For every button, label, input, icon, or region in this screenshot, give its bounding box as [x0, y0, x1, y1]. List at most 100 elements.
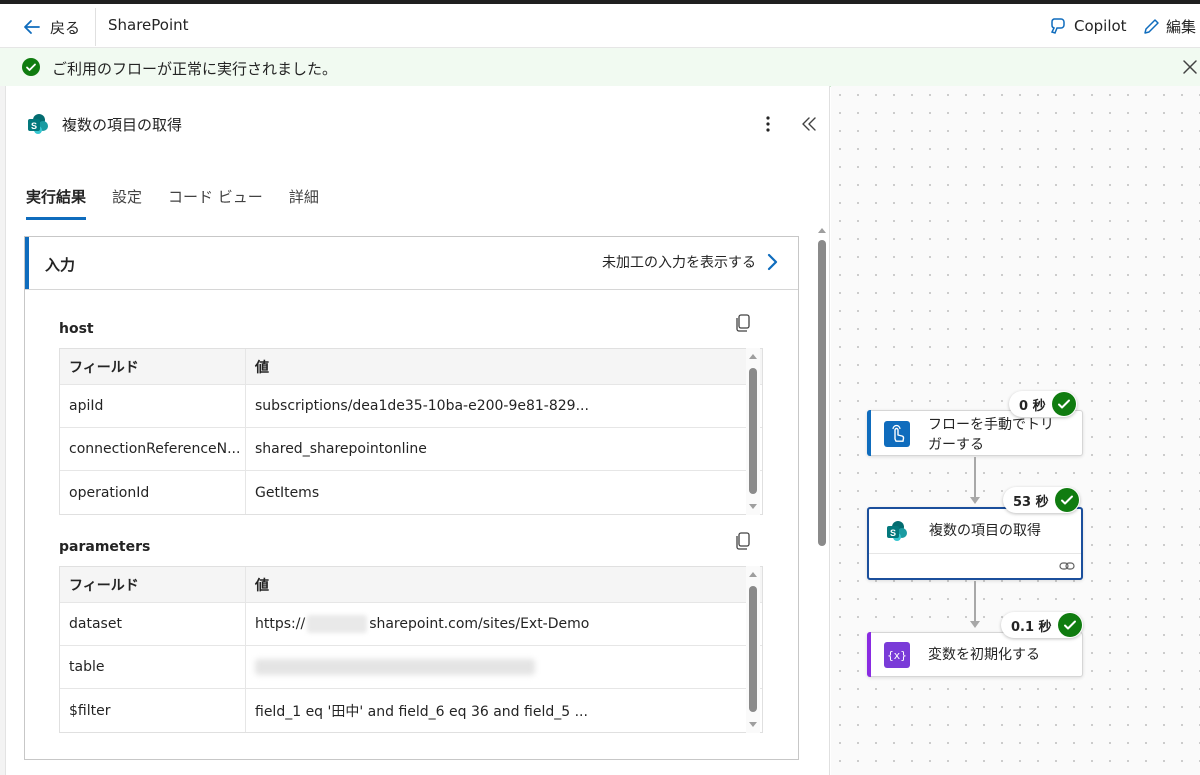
scroll-down-icon[interactable]: [748, 721, 758, 729]
value-cell: [246, 646, 762, 688]
parameters-table-scrollbar[interactable]: [746, 566, 760, 733]
accent-bar: [25, 237, 29, 289]
duration-badge: 0.1 秒: [1001, 612, 1083, 638]
section-label-parameters: parameters: [59, 539, 151, 555]
show-raw-inputs-label: 未加工の入力を表示する: [602, 255, 756, 271]
node-label: 変数を初期化する: [928, 647, 1040, 663]
connector-line: [974, 581, 976, 621]
header-value: 値: [255, 577, 269, 594]
details-panel: S 複数の項目の取得 実行結果 設定 コード ビュー 詳細 入力 未加工の入力を…: [6, 86, 830, 775]
svg-text:S: S: [890, 528, 896, 538]
header-value: 値: [255, 359, 269, 376]
back-label: 戻る: [50, 18, 81, 37]
node-label: 複数の項目の取得: [929, 523, 1041, 539]
copilot-button[interactable]: Copilot: [1048, 16, 1127, 36]
trigger-hand-icon: [884, 421, 910, 447]
duration-text: 0.1 秒: [1011, 619, 1052, 635]
copy-icon[interactable]: [734, 531, 752, 551]
show-raw-inputs-link[interactable]: 未加工の入力を表示する: [602, 252, 778, 272]
host-table-scrollbar[interactable]: [746, 348, 760, 515]
top-bar: 戻る SharePoint Copilot 編集: [0, 0, 1200, 48]
edit-label: 編集: [1166, 18, 1197, 36]
copy-icon[interactable]: [734, 313, 752, 333]
duration-text: 0 秒: [1019, 398, 1046, 414]
success-banner: ご利用のフローが正常に実行されました。: [0, 48, 1200, 87]
divider: [95, 8, 96, 46]
field-cell: $filter: [60, 689, 246, 732]
section-label-host: host: [59, 321, 94, 337]
input-card-header[interactable]: 入力 未加工の入力を表示する: [25, 237, 798, 290]
panel-title: S 複数の項目の取得: [26, 112, 182, 136]
connector-line: [974, 457, 976, 497]
table-header-row: フィールド 値: [60, 567, 762, 603]
header-field: フィールド: [60, 567, 246, 602]
scroll-thumb[interactable]: [749, 368, 757, 494]
field-cell: table: [60, 646, 246, 688]
redacted-text: [255, 659, 535, 675]
sharepoint-icon: S: [885, 519, 911, 545]
more-options-icon[interactable]: [758, 114, 778, 134]
table-row: table: [60, 646, 762, 689]
node-label-line: フローを手動でトリ: [928, 417, 1054, 433]
tab-code-view[interactable]: コード ビュー: [168, 186, 263, 220]
header-field: フィールド: [60, 349, 246, 384]
value-cell: shared_sharepointonline: [255, 441, 427, 457]
panel-tabs: 実行結果 設定 コード ビュー 詳細: [26, 186, 319, 220]
svg-text:S: S: [31, 121, 37, 131]
input-card: 入力 未加工の入力を表示する host フィールド 値 apiId subscr…: [24, 236, 799, 760]
scroll-up-icon[interactable]: [748, 570, 758, 578]
collapse-panel-icon[interactable]: [798, 114, 820, 134]
field-cell: dataset: [60, 603, 246, 645]
field-cell: connectionReferenceN...: [60, 428, 246, 470]
link-icon[interactable]: [1059, 559, 1075, 573]
connector-arrow: [970, 497, 980, 504]
success-check-icon: [1057, 613, 1082, 637]
svg-text:{x}: {x}: [887, 649, 907, 662]
value-cell: GetItems: [255, 484, 320, 501]
flow-node-init-variable[interactable]: {x} 変数を初期化する: [867, 632, 1083, 677]
tab-run-results[interactable]: 実行結果: [26, 186, 87, 220]
edit-button[interactable]: 編集: [1142, 16, 1196, 37]
value-cell: field_1 eq '田中' and field_6 eq 36 and fi…: [255, 703, 588, 720]
pencil-icon: [1144, 18, 1159, 34]
table-row: apiId subscriptions/dea1de35-10ba-e200-9…: [60, 385, 762, 428]
panel-title-text: 複数の項目の取得: [62, 115, 183, 134]
scroll-down-icon[interactable]: [748, 503, 758, 511]
redacted-text: [307, 615, 368, 633]
scroll-up-icon[interactable]: [817, 226, 827, 234]
panel-scrollbar[interactable]: [816, 226, 828, 766]
field-cell: operationId: [60, 471, 246, 514]
scroll-thumb[interactable]: [749, 586, 757, 712]
table-row: operationId GetItems: [60, 471, 762, 514]
duration-badge: 53 秒: [1003, 487, 1080, 513]
success-check-icon: [1054, 488, 1079, 512]
sharepoint-icon: S: [28, 114, 48, 134]
copilot-icon: [1050, 18, 1065, 34]
value-prefix: https://: [255, 616, 306, 632]
copilot-label: Copilot: [1074, 17, 1127, 35]
success-check-icon: [22, 58, 40, 76]
table-row: $filter field_1 eq '田中' and field_6 eq 3…: [60, 689, 762, 732]
duration-text: 53 秒: [1013, 494, 1049, 510]
tab-details[interactable]: 詳細: [289, 186, 319, 220]
connector-arrow: [970, 621, 980, 628]
variable-icon: {x}: [884, 642, 910, 668]
flow-canvas[interactable]: フローを手動でトリ ガーする 0 秒 S 複数の項目の取得 53 秒 {x} 変…: [831, 86, 1200, 775]
flow-node-get-items[interactable]: S 複数の項目の取得: [867, 507, 1083, 580]
scroll-up-icon[interactable]: [748, 352, 758, 360]
table-row: dataset https:// sharepoint.com/sites/Ex…: [60, 603, 762, 646]
value-cell: subscriptions/dea1de35-10ba-e200-9e81-82…: [255, 398, 589, 414]
value-cell: https:// sharepoint.com/sites/Ext-Demo: [246, 603, 762, 645]
back-button[interactable]: 戻る: [22, 14, 80, 40]
success-check-icon: [1051, 392, 1076, 416]
host-table: フィールド 値 apiId subscriptions/dea1de35-10b…: [59, 348, 763, 515]
scroll-thumb[interactable]: [818, 240, 826, 546]
tab-settings[interactable]: 設定: [112, 186, 142, 220]
table-row: connectionReferenceN... shared_sharepoin…: [60, 428, 762, 471]
node-accent: [867, 410, 871, 456]
close-icon[interactable]: [1180, 57, 1200, 77]
node-label-line: ガーする: [928, 437, 984, 453]
app-title: SharePoint: [108, 16, 189, 34]
node-accent: [867, 632, 871, 677]
chevron-right-icon: [767, 253, 778, 271]
